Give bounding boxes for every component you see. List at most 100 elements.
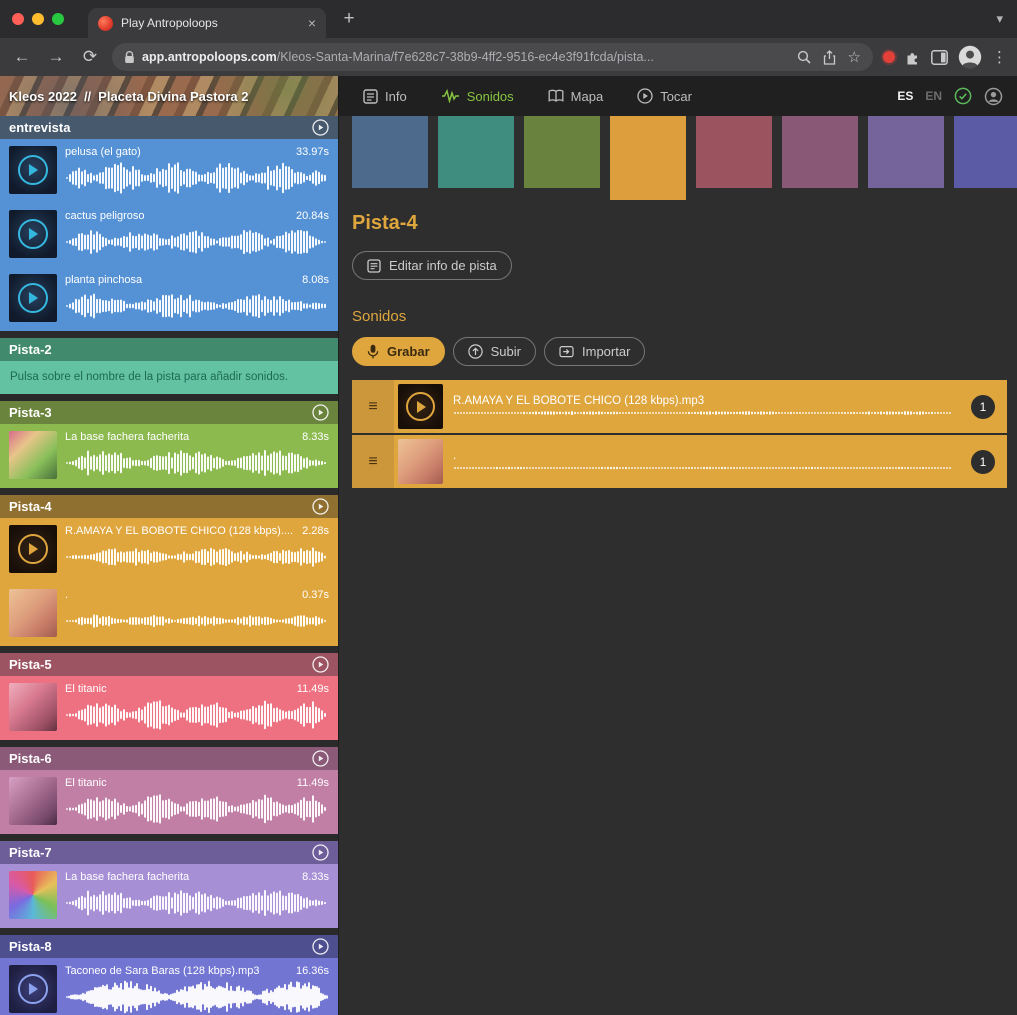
sound-item[interactable]: .0.37s — [0, 582, 338, 646]
minimize-window-button[interactable] — [32, 13, 44, 25]
sound-waveform[interactable] — [65, 288, 329, 324]
sound-waveform[interactable] — [65, 160, 329, 196]
sound-waveform[interactable] — [65, 224, 329, 260]
sound-thumbnail[interactable] — [9, 777, 57, 825]
breadcrumb-page[interactable]: Placeta Divina Pastora 2 — [98, 89, 248, 104]
nav-item-info[interactable]: Info — [363, 89, 407, 104]
sound-item[interactable]: pelusa (el gato)33.97s — [0, 139, 338, 203]
sounds-section-label: Sonidos — [352, 308, 1007, 325]
breadcrumb[interactable]: Kleos 2022 // Placeta Divina Pastora 2 — [0, 76, 339, 116]
track-play-icon[interactable] — [312, 119, 329, 136]
fullscreen-window-button[interactable] — [52, 13, 64, 25]
status-check-icon[interactable] — [954, 87, 972, 105]
sound-waveform[interactable] — [65, 603, 329, 639]
close-window-button[interactable] — [12, 13, 24, 25]
forward-button[interactable]: → — [44, 47, 68, 67]
account-person-icon[interactable] — [984, 87, 1003, 106]
track-play-icon[interactable] — [312, 938, 329, 955]
track-sound-row[interactable]: ≡ . 1 — [352, 435, 1007, 488]
sound-item[interactable]: La base fachera facherita8.33s — [0, 864, 338, 928]
track-tab-7[interactable] — [868, 116, 944, 188]
sound-thumbnail[interactable] — [9, 525, 57, 573]
sound-waveform[interactable] — [65, 979, 329, 1015]
track-header[interactable]: Pista-3 — [0, 401, 338, 424]
track-play-icon[interactable] — [312, 656, 329, 673]
recorder-extension-icon[interactable] — [883, 51, 895, 63]
side-panel-icon[interactable] — [931, 50, 948, 65]
extensions-puzzle-icon[interactable] — [905, 49, 921, 65]
upload-button[interactable]: Subir — [453, 337, 536, 366]
sound-item[interactable]: El titanic11.49s — [0, 770, 338, 834]
sound-waveform[interactable] — [65, 445, 329, 481]
sound-item[interactable]: Taconeo de Sara Baras (128 kbps).mp316.3… — [0, 958, 338, 1015]
sound-waveform[interactable] — [453, 409, 953, 417]
nav-item-tocar[interactable]: Tocar — [637, 88, 692, 104]
track-header[interactable]: Pista-6 — [0, 747, 338, 770]
track-tab-5[interactable] — [696, 116, 772, 188]
sound-item[interactable]: planta pinchosa8.08s — [0, 267, 338, 331]
lang-es[interactable]: ES — [897, 89, 913, 103]
sound-thumbnail[interactable] — [398, 439, 443, 484]
sound-item[interactable]: R.AMAYA Y EL BOBOTE CHICO (128 kbps)....… — [0, 518, 338, 582]
track-header[interactable]: Pista-8 — [0, 935, 338, 958]
profile-avatar[interactable] — [958, 45, 982, 69]
close-tab-icon[interactable]: × — [308, 15, 316, 31]
track-tab-8[interactable] — [954, 116, 1017, 188]
track-play-icon[interactable] — [312, 750, 329, 767]
lang-en[interactable]: EN — [925, 89, 942, 103]
track-play-icon[interactable] — [312, 498, 329, 515]
browser-menu-kebab-icon[interactable]: ⋮ — [992, 48, 1007, 66]
track-header[interactable]: Pista-4 — [0, 495, 338, 518]
sound-waveform[interactable] — [65, 539, 329, 575]
tab-search-chevron-icon[interactable]: ▾ — [996, 11, 1003, 27]
track-header[interactable]: Pista-7 — [0, 841, 338, 864]
sound-count-badge[interactable]: 1 — [971, 450, 995, 474]
sound-thumbnail[interactable] — [9, 871, 57, 919]
sound-thumbnail[interactable] — [9, 146, 57, 194]
sound-thumbnail[interactable] — [9, 274, 57, 322]
import-button[interactable]: Importar — [544, 337, 645, 366]
sound-item[interactable]: cactus peligroso20.84s — [0, 203, 338, 267]
new-tab-button[interactable]: + — [336, 6, 362, 32]
track-header[interactable]: Pista-5 — [0, 653, 338, 676]
track-tab-2[interactable] — [438, 116, 514, 188]
sound-name: El titanic — [65, 777, 291, 789]
sound-waveform[interactable] — [65, 791, 329, 827]
sound-waveform[interactable] — [453, 464, 953, 472]
sound-thumbnail[interactable] — [9, 683, 57, 731]
breadcrumb-project[interactable]: Kleos 2022 — [9, 89, 77, 104]
track-sound-row[interactable]: ≡ R.AMAYA Y EL BOBOTE CHICO (128 kbps).m… — [352, 380, 1007, 433]
back-button[interactable]: ← — [10, 47, 34, 67]
reload-button[interactable]: ⟳ — [78, 47, 102, 67]
sound-waveform[interactable] — [65, 697, 329, 733]
bookmark-star-icon[interactable]: ☆ — [848, 48, 861, 66]
sound-duration: 20.84s — [296, 210, 329, 222]
sound-thumbnail[interactable] — [9, 965, 57, 1013]
sound-thumbnail[interactable] — [9, 210, 57, 258]
nav-item-sonidos[interactable]: Sonidos — [441, 89, 514, 104]
track-tab-4-active[interactable] — [610, 116, 686, 200]
track-header[interactable]: entrevista — [0, 116, 338, 139]
track-tab-6[interactable] — [782, 116, 858, 188]
sound-item[interactable]: El titanic11.49s — [0, 676, 338, 740]
track-tab-3[interactable] — [524, 116, 600, 188]
edit-track-info-button[interactable]: Editar info de pista — [352, 251, 512, 280]
sound-thumbnail[interactable] — [9, 431, 57, 479]
sound-thumbnail[interactable] — [9, 589, 57, 637]
track-tab-1[interactable] — [352, 116, 428, 188]
record-button[interactable]: Grabar — [352, 337, 445, 366]
zoom-icon[interactable] — [797, 50, 811, 64]
drag-handle-icon[interactable]: ≡ — [352, 435, 394, 488]
share-icon[interactable] — [823, 50, 836, 65]
address-bar[interactable]: app.antropoloops.com/Kleos-Santa-Marina/… — [112, 43, 873, 71]
nav-item-mapa[interactable]: Mapa — [548, 89, 604, 104]
track-header[interactable]: Pista-2 — [0, 338, 338, 361]
browser-tab[interactable]: Play Antropoloops × — [88, 8, 326, 38]
sound-waveform[interactable] — [65, 885, 329, 921]
track-play-icon[interactable] — [312, 844, 329, 861]
sound-thumbnail[interactable] — [398, 384, 443, 429]
track-play-icon[interactable] — [312, 404, 329, 421]
drag-handle-icon[interactable]: ≡ — [352, 380, 394, 433]
sound-count-badge[interactable]: 1 — [971, 395, 995, 419]
sound-item[interactable]: La base fachera facherita8.33s — [0, 424, 338, 488]
